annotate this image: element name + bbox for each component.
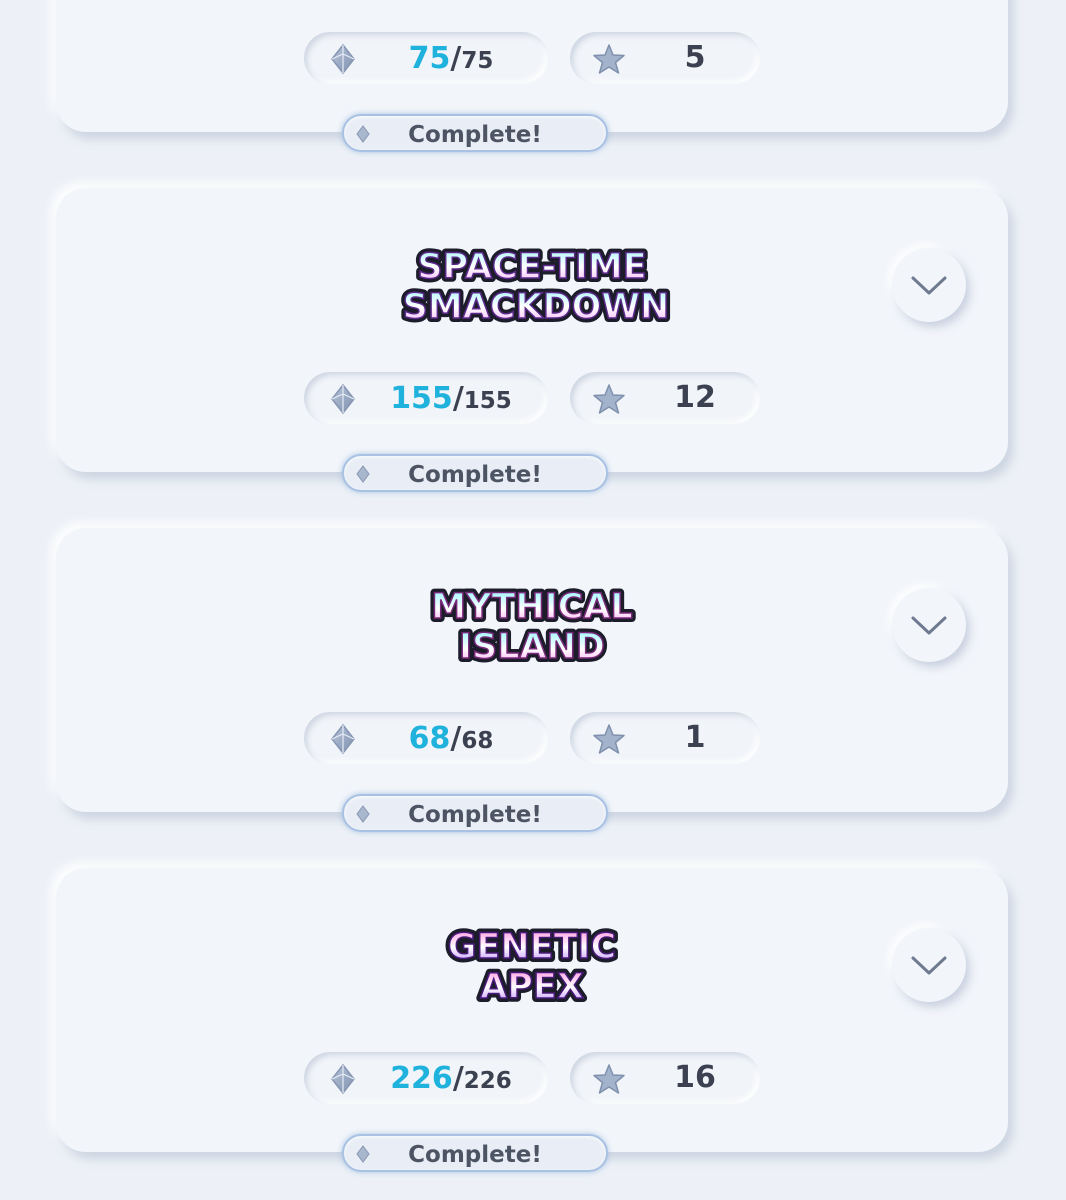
cards-total: 75: [461, 48, 494, 74]
cards-total: 226: [463, 1068, 512, 1094]
set-logo: MYTHICAL ISLAND MYTHICAL ISLAND: [427, 583, 636, 671]
cards-collected-pill: 68/68: [304, 712, 548, 764]
cards-collected-count: 75/75: [408, 41, 494, 76]
stars-pill: 5: [570, 32, 760, 84]
chevron-down-icon: [911, 276, 947, 295]
set-card: GENETIC APEX GENETIC APEX 226/226 16: [56, 868, 1008, 1152]
cards-collected-count: 226/226: [390, 1061, 512, 1096]
cards-have: 226: [390, 1061, 453, 1096]
expand-button[interactable]: [892, 928, 966, 1002]
cards-total: 68: [461, 728, 494, 754]
stars-count: 5: [684, 40, 706, 75]
set-card: 75/75 5: [56, 0, 1008, 132]
cards-total: 155: [463, 388, 512, 414]
set-card: MYTHICAL ISLAND MYTHICAL ISLAND 68/68 1: [56, 528, 1008, 812]
star-icon: [593, 44, 625, 74]
star-icon: [593, 384, 625, 414]
complete-badge: Complete!: [342, 114, 608, 152]
stars-pill: 1: [570, 712, 760, 764]
status-label: Complete!: [408, 802, 542, 828]
status-label: Complete!: [408, 122, 542, 148]
set-card: SPACE-TIME SMACKDOWN SPACE-TIME SMACKDOW…: [56, 188, 1008, 472]
star-icon: [593, 1064, 625, 1094]
set-logo: SPACE-TIME SMACKDOWN SPACE-TIME SMACKDOW…: [399, 243, 674, 331]
complete-badge: Complete!: [342, 794, 608, 832]
set-logo: GENETIC APEX GENETIC APEX: [444, 923, 620, 1011]
logo-line-1: GENETIC: [448, 927, 616, 967]
stars-pill: 12: [570, 372, 760, 424]
stars-count: 16: [674, 1060, 716, 1095]
cards-have: 155: [390, 381, 453, 416]
cards-collected-pill: 75/75: [304, 32, 548, 84]
complete-badge: Complete!: [342, 1134, 608, 1172]
chevron-down-icon: [911, 956, 947, 975]
cards-collected-count: 155/155: [390, 381, 512, 416]
logo-line-1: SPACE-TIME: [417, 247, 646, 287]
expand-button[interactable]: [892, 588, 966, 662]
stars-count: 1: [684, 720, 706, 755]
cards-have: 75: [408, 41, 451, 76]
chevron-down-icon: [911, 616, 947, 635]
expand-button[interactable]: [892, 248, 966, 322]
cards-have: 68: [408, 721, 451, 756]
star-icon: [593, 724, 625, 754]
cards-collected-count: 68/68: [408, 721, 494, 756]
status-label: Complete!: [408, 1142, 542, 1168]
logo-line-1: MYTHICAL: [431, 587, 632, 627]
status-label: Complete!: [408, 462, 542, 488]
cards-collected-pill: 226/226: [304, 1052, 548, 1104]
stars-count: 12: [674, 380, 716, 415]
complete-badge: Complete!: [342, 454, 608, 492]
logo-line-2: SMACKDOWN: [403, 287, 670, 327]
logo-line-2: ISLAND: [459, 627, 605, 667]
cards-collected-pill: 155/155: [304, 372, 548, 424]
logo-line-2: APEX: [480, 967, 584, 1007]
stars-pill: 16: [570, 1052, 760, 1104]
